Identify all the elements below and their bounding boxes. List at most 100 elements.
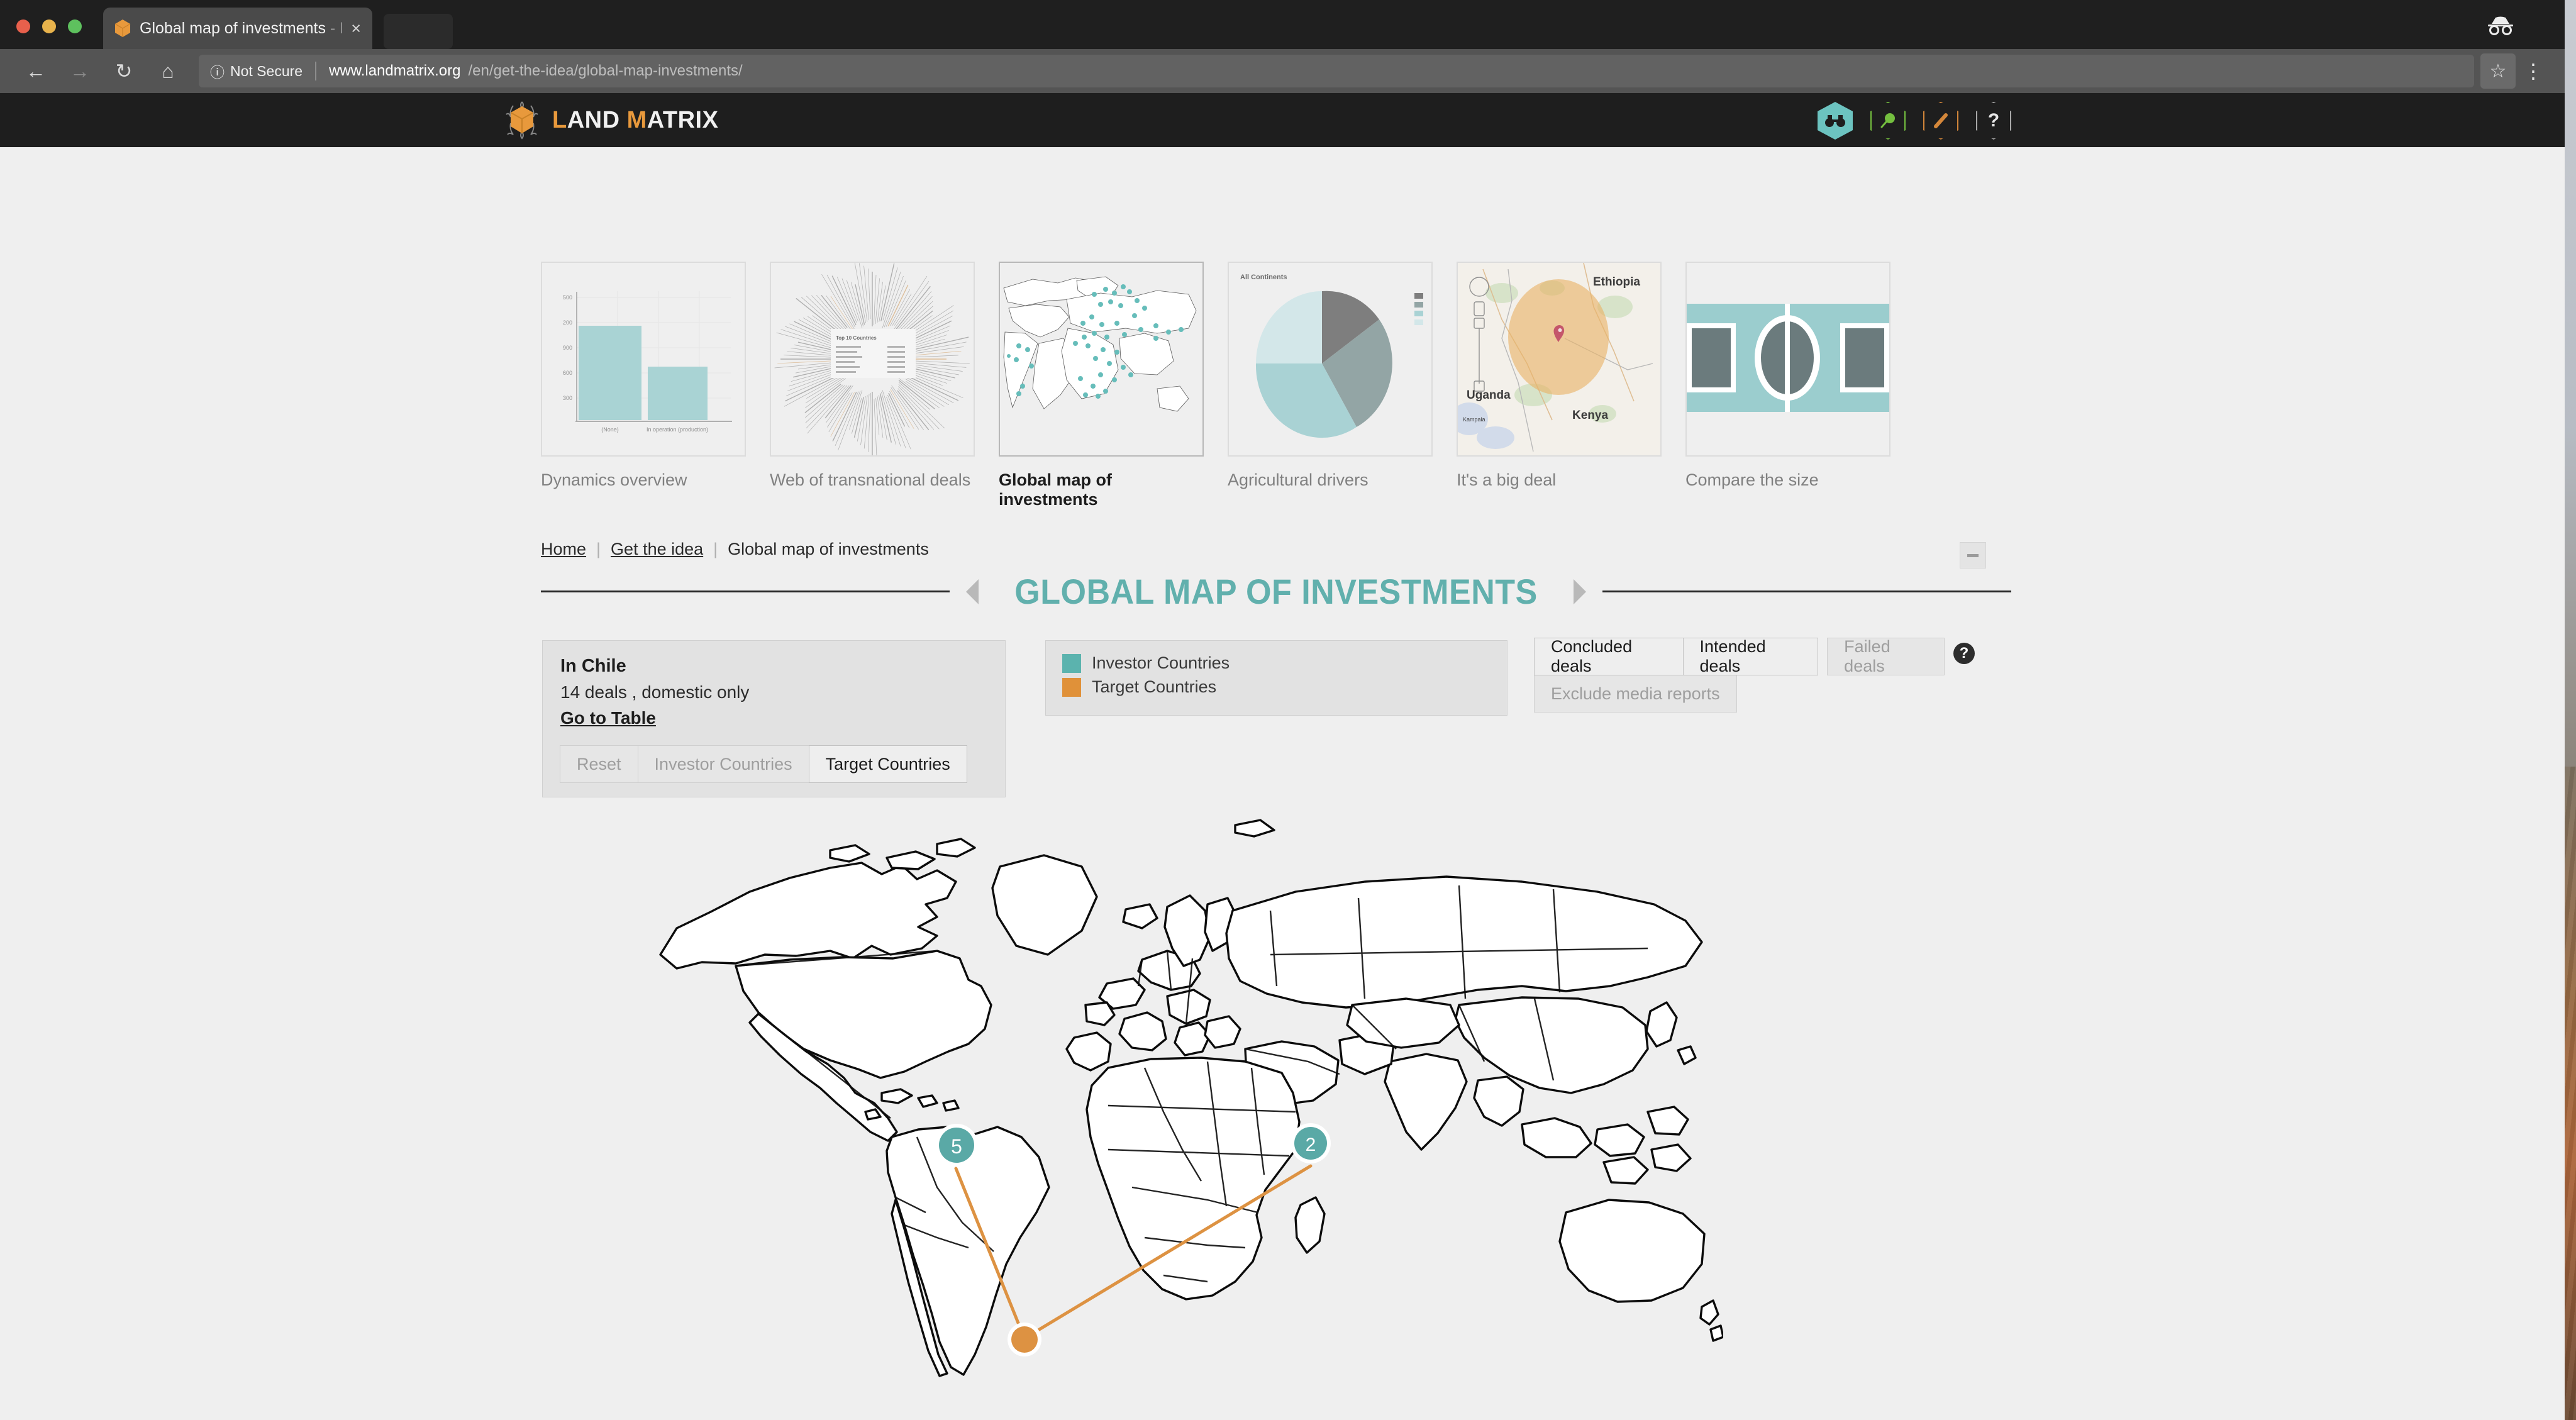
address-bar[interactable]: ⓘ Not Secure www.landmatrix.org/en/get-t… <box>199 55 2474 87</box>
thumbnail-label: Agricultural drivers <box>1228 470 1368 489</box>
thumbnail-its-a-big-deal[interactable]: Ethiopia Uganda Kenya Kampala It's a big… <box>1457 262 1662 509</box>
omnibox-divider <box>315 62 317 80</box>
not-secure-indicator[interactable]: ⓘ Not Secure <box>210 60 303 82</box>
concluded-deals-button[interactable]: Concluded deals <box>1534 637 1684 675</box>
svg-text:Top 10 Countries: Top 10 Countries <box>836 335 877 341</box>
home-icon[interactable]: ⌂ <box>146 49 190 93</box>
thumbnail-global-map-of-investments[interactable]: Global map of investments <box>999 262 1204 509</box>
info-icon: ⓘ <box>210 64 225 80</box>
forward-icon[interactable]: → <box>58 49 102 93</box>
browser-window: Global map of investments - L × ← → ↻ ⌂ … <box>0 0 2565 1420</box>
svg-text:Kenya: Kenya <box>1572 409 1608 422</box>
url-path: /en/get-the-idea/global-map-investments/ <box>468 62 743 79</box>
target-countries-button[interactable]: Target Countries <box>808 745 967 783</box>
bookmark-star-icon[interactable]: ☆ <box>2480 53 2516 89</box>
question-glyph: ? <box>1987 110 2000 131</box>
thumbnail-web-of-transnational-deals[interactable]: Top 10 Countries Web of transnational de… <box>770 262 975 509</box>
breadcrumb-get-the-idea[interactable]: Get the idea <box>611 540 703 559</box>
close-window-button[interactable] <box>16 19 30 33</box>
title-rule-right <box>1602 591 2012 592</box>
chart-title-row: GLOBAL MAP OF INVESTMENTS <box>541 571 2012 612</box>
thumbnail-image-radial-web: Top 10 Countries <box>770 262 975 457</box>
deal-status-filter-row-2: Exclude media reports <box>1534 675 1975 713</box>
site-header: LAND MATRIX ? <box>0 93 2565 147</box>
map-legend: Investor Countries Target Countries <box>1045 640 1507 716</box>
minimize-window-button[interactable] <box>42 19 56 33</box>
browser-tab-strip: Global map of investments - L × <box>0 0 2565 49</box>
country-info-panel: In Chile 14 deals , domestic only Go to … <box>542 640 1006 797</box>
browser-tab[interactable]: Global map of investments - L × <box>103 8 372 49</box>
thumbnail-label: Web of transnational deals <box>770 470 971 489</box>
help-icon[interactable]: ? <box>1953 643 1975 664</box>
legend-label-target: Target Countries <box>1092 677 1217 696</box>
thumbnail-image-world-map <box>999 262 1204 457</box>
svg-text:Ethiopia: Ethiopia <box>1593 275 1640 289</box>
legend-swatch-investor <box>1062 653 1081 673</box>
previous-visualization-arrow[interactable] <box>965 579 979 604</box>
collapse-panel-button[interactable] <box>1960 542 1986 569</box>
browser-tab-title: Global map of investments - L <box>140 19 342 37</box>
magnifier-icon[interactable] <box>1870 102 1906 140</box>
svg-text:900: 900 <box>563 345 572 351</box>
deal-status-filters: Concluded deals Intended deals Failed de… <box>1534 637 1975 713</box>
breadcrumb: Home | Get the idea | Global map of inve… <box>541 540 929 559</box>
thumbnail-label: Global map of investments <box>999 470 1113 509</box>
maximize-window-button[interactable] <box>68 19 82 33</box>
thumbnail-image-bar-chart: 500 200 900 600 300 (None) In operation (pro… <box>541 262 746 457</box>
svg-text:Uganda: Uganda <box>1467 389 1511 402</box>
legend-item-investor: Investor Countries <box>1062 653 1491 673</box>
svg-text:(None): (None) <box>601 426 619 433</box>
svg-text:All Continents: All Continents <box>1240 274 1287 281</box>
visualization-thumbnail-strip: 500 200 900 600 300 (None) In operation (pro… <box>541 262 1890 509</box>
deal-status-filter-row-1: Concluded deals Intended deals Failed de… <box>1534 637 1975 675</box>
question-icon[interactable]: ? <box>1976 102 2011 140</box>
legend-swatch-target <box>1062 677 1081 697</box>
legend-item-target: Target Countries <box>1062 677 1491 697</box>
site-logo[interactable]: LAND MATRIX <box>503 101 718 140</box>
header-icon-group: ? <box>1818 102 2011 140</box>
svg-text:300: 300 <box>563 395 572 401</box>
new-tab-button[interactable] <box>384 14 453 49</box>
window-controls[interactable] <box>16 19 82 33</box>
marker-investor-usa: 5 <box>935 1124 978 1167</box>
reset-button[interactable]: Reset <box>560 745 638 783</box>
close-icon[interactable]: × <box>351 19 361 37</box>
back-icon[interactable]: ← <box>14 49 58 93</box>
thumbnail-compare-the-size[interactable]: Compare the size <box>1685 262 1890 509</box>
url-host: www.landmatrix.org <box>329 62 461 79</box>
reload-icon[interactable]: ↻ <box>102 49 146 93</box>
landmatrix-cube-icon <box>503 101 541 140</box>
browser-menu-icon[interactable]: ⋮ <box>2516 53 2551 89</box>
page-title: GLOBAL MAP OF INVESTMENTS <box>1014 572 1538 611</box>
investor-countries-button[interactable]: Investor Countries <box>637 745 809 783</box>
title-rule-left <box>541 591 950 592</box>
site-logo-wordmark: LAND MATRIX <box>552 106 719 133</box>
thumbnail-label: It's a big deal <box>1457 470 1557 489</box>
svg-text:200: 200 <box>563 319 572 326</box>
svg-text:500: 500 <box>563 294 572 301</box>
intended-deals-button[interactable]: Intended deals <box>1682 637 1819 675</box>
exclude-media-reports-button[interactable]: Exclude media reports <box>1534 675 1737 713</box>
thumbnail-image-geo-map: Ethiopia Uganda Kenya Kampala <box>1457 262 1662 457</box>
not-secure-label: Not Secure <box>230 62 303 79</box>
thumbnail-image-pie-chart: All Continents <box>1228 262 1433 457</box>
marker-investor-spain: 2 <box>1291 1123 1331 1163</box>
thumbnail-dynamics-overview[interactable]: 500 200 900 600 300 (None) In operation (pro… <box>541 262 746 509</box>
incognito-icon <box>2480 13 2521 38</box>
failed-deals-button[interactable]: Failed deals <box>1827 637 1945 675</box>
breadcrumb-home[interactable]: Home <box>541 540 586 559</box>
country-filter-buttons: Reset Investor Countries Target Countrie… <box>560 745 967 783</box>
breadcrumb-separator: | <box>596 540 601 558</box>
pencil-icon[interactable] <box>1923 102 1958 140</box>
next-visualization-arrow[interactable] <box>1574 579 1587 604</box>
controls-row: In Chile 14 deals , domestic only Go to … <box>542 637 2565 804</box>
thumbnail-agricultural-drivers[interactable]: All Continents Agricultural drivers <box>1228 262 1433 509</box>
binoculars-icon[interactable] <box>1818 102 1853 140</box>
go-to-table-link[interactable]: Go to Table <box>560 708 987 728</box>
marker-target-chile <box>1008 1323 1041 1356</box>
dash-icon <box>1967 553 1979 557</box>
thumbnail-image-compare <box>1685 262 1890 457</box>
breadcrumb-current: Global map of investments <box>728 540 929 558</box>
svg-text:600: 600 <box>563 370 572 376</box>
world-map[interactable]: 5 2 <box>641 797 1723 1389</box>
